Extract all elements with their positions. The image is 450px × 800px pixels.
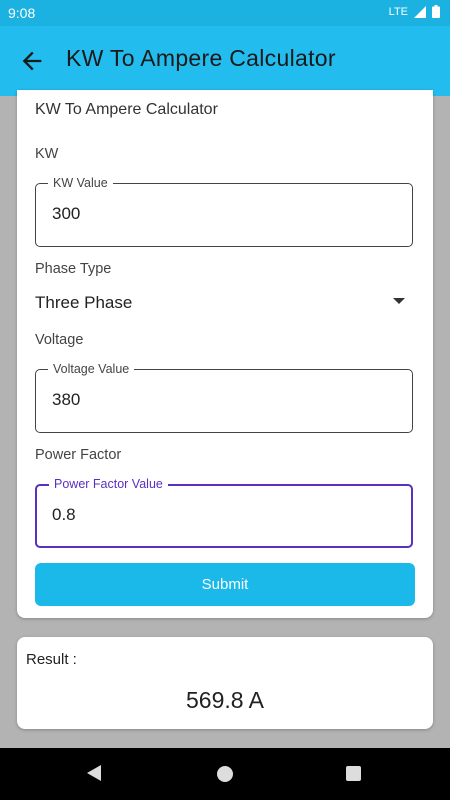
power-factor-input[interactable] (52, 505, 392, 525)
dropdown-arrow-icon (393, 298, 405, 304)
nav-back-icon[interactable] (87, 765, 101, 781)
kw-input[interactable] (52, 204, 392, 224)
voltage-field-label: Voltage Value (48, 362, 135, 376)
voltage-field[interactable]: Voltage Value (35, 362, 413, 433)
phase-type-selected: Three Phase (35, 293, 133, 312)
status-time: 9:08 (8, 5, 36, 21)
calculator-form-card: KW To Ampere Calculator KW KW Value Phas… (17, 90, 433, 618)
phase-type-label: Phase Type (35, 261, 112, 277)
submit-button[interactable]: Submit (35, 563, 415, 606)
voltage-label: Voltage (35, 332, 84, 348)
phase-type-dropdown[interactable]: Three Phase (35, 286, 413, 318)
form-title: KW To Ampere Calculator (35, 101, 218, 118)
nav-home-icon[interactable] (217, 766, 233, 782)
battery-icon (432, 5, 440, 18)
kw-field-label: KW Value (48, 176, 113, 190)
power-factor-field-label: Power Factor Value (49, 477, 168, 491)
power-factor-field[interactable]: Power Factor Value (35, 477, 413, 548)
app-title: KW To Ampere Calculator (66, 45, 336, 71)
power-factor-label: Power Factor (35, 447, 122, 463)
arrow-left-icon[interactable] (18, 47, 46, 75)
result-value: 569.8 A (185, 687, 265, 713)
app-bar: KW To Ampere Calculator (0, 26, 450, 96)
result-label: Result : (26, 651, 77, 668)
status-bar: 9:08 LTE (0, 0, 450, 26)
result-card: Result : 569.8 A (17, 637, 433, 729)
system-nav-bar (0, 748, 450, 800)
network-type: LTE (388, 5, 408, 18)
status-indicators: LTE (389, 5, 440, 18)
nav-recents-icon[interactable] (346, 766, 361, 781)
signal-icon (414, 5, 426, 18)
voltage-input[interactable] (52, 390, 392, 410)
kw-label: KW (35, 146, 59, 162)
kw-field[interactable]: KW Value (35, 176, 413, 247)
